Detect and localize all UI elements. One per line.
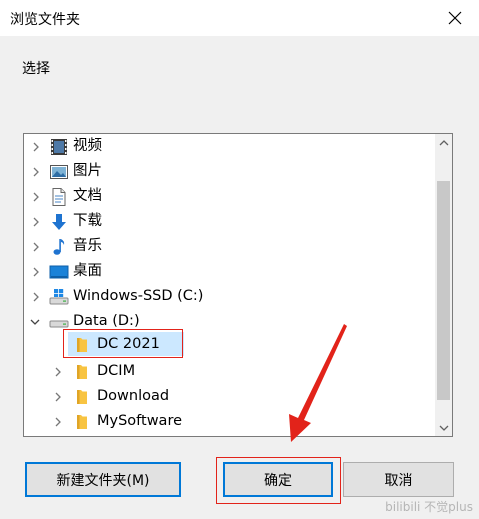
tree-item-label: 文档 xyxy=(73,188,102,204)
folder-icon xyxy=(72,335,92,355)
chevron-right-icon[interactable] xyxy=(30,166,42,178)
tree-item-drive-d[interactable]: Data (D:) xyxy=(24,309,436,334)
chevron-right-icon[interactable] xyxy=(30,216,42,228)
watermark: bilibili 不觉plus xyxy=(385,500,473,514)
window-title: 浏览文件夹 xyxy=(10,12,80,28)
tree-item-mysoftware[interactable]: MySoftware xyxy=(24,409,436,434)
scroll-up-button[interactable] xyxy=(435,134,452,151)
vertical-scrollbar[interactable] xyxy=(435,134,452,436)
documents-icon xyxy=(49,187,69,207)
tree-item-dcim[interactable]: DCIM xyxy=(24,359,436,384)
chevron-right-icon[interactable] xyxy=(52,416,64,428)
tree-item-label: DC 2021 xyxy=(97,336,160,352)
chevron-right-icon[interactable] xyxy=(30,266,42,278)
folder-icon xyxy=(72,387,92,407)
tree-item-dc-2021[interactable]: DC 2021 xyxy=(24,332,436,357)
tree-item-documents[interactable]: 文档 xyxy=(24,184,436,209)
new-folder-button[interactable]: 新建文件夹(M) xyxy=(25,462,181,497)
tree-item-label: 音乐 xyxy=(73,238,102,254)
tree-item-label: MySoftware xyxy=(97,413,183,429)
chevron-right-icon[interactable] xyxy=(30,141,42,153)
annotation-arrow-icon xyxy=(289,324,347,442)
tree-item-label: 下载 xyxy=(73,213,102,229)
chevron-up-icon xyxy=(439,139,448,145)
tree-item-pictures[interactable]: 图片 xyxy=(24,159,436,184)
close-icon xyxy=(448,11,462,25)
title-bar: 浏览文件夹 xyxy=(0,0,479,36)
tree-item-label: 桌面 xyxy=(73,263,102,279)
tree-item-label: DCIM xyxy=(97,363,136,379)
tree-item-label: Windows-SSD (C:) xyxy=(73,288,204,304)
tree-item-label: 视频 xyxy=(73,138,102,154)
chevron-right-icon[interactable] xyxy=(30,241,42,253)
chevron-down-icon xyxy=(439,425,448,431)
tree-item-videos[interactable]: 视频 xyxy=(24,134,436,159)
chevron-right-icon[interactable] xyxy=(30,291,42,303)
instruction-label: 选择 xyxy=(22,61,50,77)
tree-item-label: 图片 xyxy=(73,163,102,179)
downloads-icon xyxy=(49,212,69,232)
ok-button[interactable]: 确定 xyxy=(223,462,333,497)
tree-item-label: Data (D:) xyxy=(73,313,140,329)
music-icon xyxy=(49,237,69,257)
folder-icon xyxy=(72,362,92,382)
desktop-icon xyxy=(49,262,69,282)
folder-tree[interactable]: 视频 图片 文档 下载 音乐 桌面 Windows-SSD (C:) Data … xyxy=(23,133,453,437)
drive-c-icon xyxy=(49,287,69,307)
chevron-right-icon[interactable] xyxy=(30,191,42,203)
folder-icon xyxy=(72,412,92,432)
tree-item-music[interactable]: 音乐 xyxy=(24,234,436,259)
pictures-icon xyxy=(49,162,69,182)
tree-item-label: Download xyxy=(97,388,170,404)
tree-item-drive-c[interactable]: Windows-SSD (C:) xyxy=(24,284,436,309)
close-button[interactable] xyxy=(445,8,465,28)
chevron-down-icon[interactable] xyxy=(29,316,41,328)
chevron-right-icon[interactable] xyxy=(52,366,64,378)
drive-d-icon xyxy=(49,312,69,332)
tree-item-desktop[interactable]: 桌面 xyxy=(24,259,436,284)
tree-item-download[interactable]: Download xyxy=(24,384,436,409)
tree-item-downloads[interactable]: 下载 xyxy=(24,209,436,234)
scroll-thumb[interactable] xyxy=(437,181,450,400)
cancel-button[interactable]: 取消 xyxy=(343,462,454,497)
scroll-down-button[interactable] xyxy=(435,419,452,436)
chevron-right-icon[interactable] xyxy=(52,391,64,403)
video-icon xyxy=(49,137,69,157)
